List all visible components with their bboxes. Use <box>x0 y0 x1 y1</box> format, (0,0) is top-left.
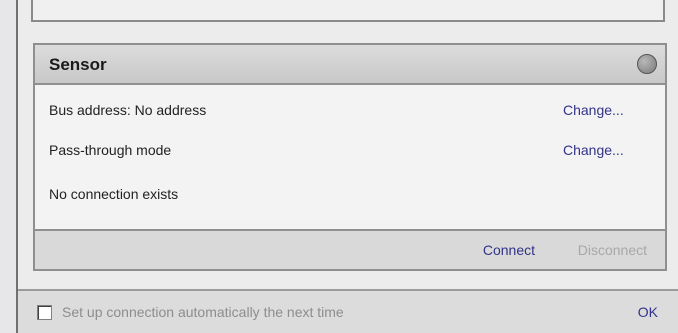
bottom-bar: Set up connection automatically the next… <box>18 289 678 333</box>
ok-button[interactable]: OK <box>638 304 658 320</box>
change-bus-address-link[interactable]: Change... <box>563 102 624 118</box>
status-circle-icon <box>637 54 657 74</box>
connection-status: No connection exists <box>49 186 179 202</box>
previous-panel <box>31 0 665 22</box>
connect-link[interactable]: Connect <box>483 242 535 258</box>
auto-connect-checkbox[interactable] <box>37 305 52 320</box>
disconnect-link: Disconnect <box>577 242 647 258</box>
sensor-title: Sensor <box>49 55 107 74</box>
window-left-frame <box>0 0 18 333</box>
sensor-header: Sensor <box>35 45 665 85</box>
auto-connect-label: Set up connection automatically the next… <box>62 304 344 320</box>
change-mode-link[interactable]: Change... <box>563 142 624 158</box>
pass-through-mode-label: Pass-through mode <box>49 142 172 158</box>
sensor-panel: Sensor Bus address: No address Change...… <box>33 43 667 271</box>
sensor-action-bar: Connect Disconnect <box>35 229 665 269</box>
bus-address-label: Bus address: No address <box>49 102 207 118</box>
